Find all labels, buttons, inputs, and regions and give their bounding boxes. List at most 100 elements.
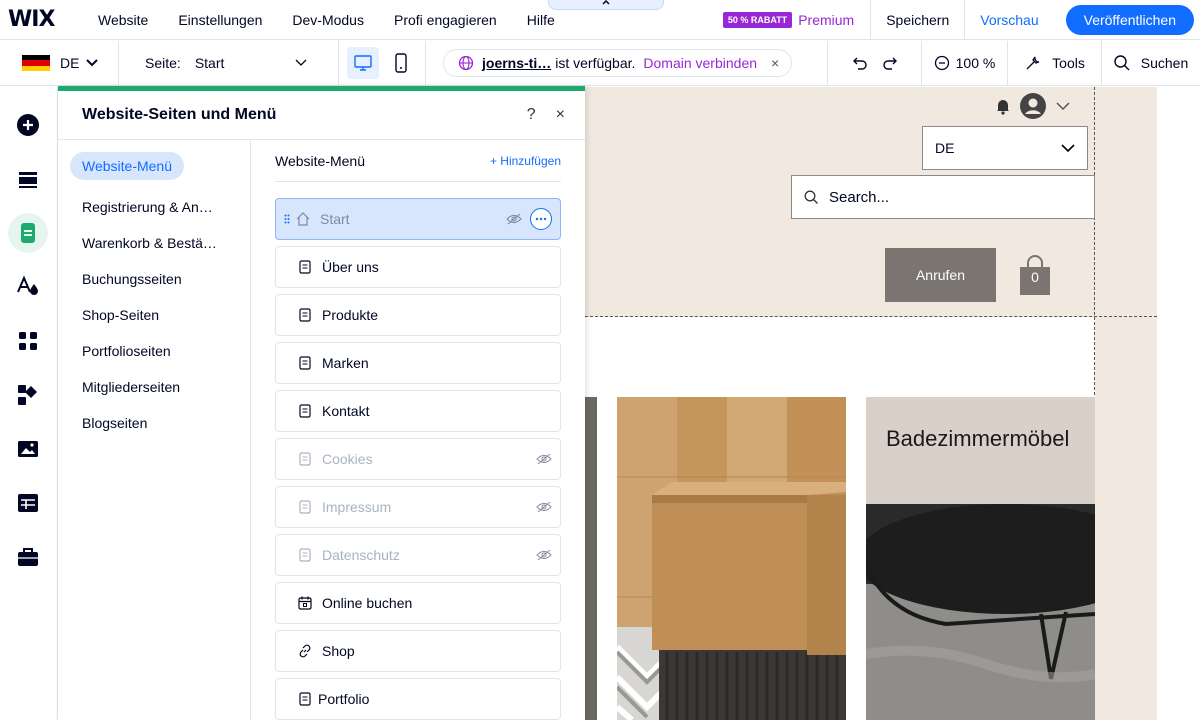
page-item-cookies[interactable]: Cookies <box>275 438 561 480</box>
page-item-portfolio[interactable]: Portfolio <box>275 678 561 720</box>
nav-item-site-menu[interactable]: Website-Menü <box>70 152 185 180</box>
domain-name-link[interactable]: joerns-ti… <box>482 55 551 71</box>
page-icon <box>296 546 314 564</box>
close-icon[interactable]: × <box>771 55 779 71</box>
wood-furniture-image <box>617 397 846 720</box>
drag-handle-icon[interactable] <box>284 214 290 224</box>
gallery-image-partial <box>585 397 597 720</box>
page-item-brands[interactable]: Marken <box>275 342 561 384</box>
page-item-label: Impressum <box>322 499 392 515</box>
nav-item-signup-login[interactable]: Registrierung & An… <box>70 193 230 221</box>
preview-button[interactable]: Vorschau <box>965 12 1053 28</box>
portfolio-button[interactable] <box>8 537 48 577</box>
page-icon <box>296 690 314 708</box>
nav-item-booking-pages[interactable]: Buchungsseiten <box>70 265 230 293</box>
zoom-level: 100 % <box>955 55 996 71</box>
tools-icon <box>1026 56 1040 70</box>
call-button[interactable]: Anrufen <box>885 248 996 302</box>
page-item-label: Über uns <box>322 259 379 275</box>
page-item-contact[interactable]: Kontakt <box>275 390 561 432</box>
menu-dev-mode[interactable]: Dev-Modus <box>277 12 379 28</box>
more-actions-button[interactable] <box>530 208 552 230</box>
nav-item-shop-pages[interactable]: Shop-Seiten <box>70 301 230 329</box>
page-icon <box>296 450 314 468</box>
menu-hire-pro[interactable]: Profi engagieren <box>379 12 512 28</box>
cms-button[interactable] <box>8 483 48 523</box>
premium-link[interactable]: Premium <box>798 12 854 28</box>
page-item-start[interactable]: Start <box>275 198 561 240</box>
redo-icon[interactable] <box>882 55 900 71</box>
apps-icon <box>19 332 37 350</box>
apps-button[interactable] <box>8 321 48 361</box>
page-item-imprint[interactable]: Impressum <box>275 486 561 528</box>
chevron-down-icon <box>1061 143 1075 152</box>
pages-list-header: Website-Menü + Hinzufügen <box>275 140 561 182</box>
wix-logo[interactable]: WIX <box>8 7 78 32</box>
domain-pill: joerns-ti… ist verfügbar. Domain verbind… <box>443 49 793 77</box>
page-item-privacy[interactable]: Datenschutz <box>275 534 561 576</box>
page-item-label: Cookies <box>322 451 373 467</box>
top-bar: WIX Website Einstellungen Dev-Modus Prof… <box>0 0 1200 40</box>
page-item-shop[interactable]: Shop <box>275 630 561 672</box>
german-flag-icon <box>22 55 50 71</box>
page-selector-label: Seite: <box>145 55 181 71</box>
canvas-margin <box>1157 87 1200 720</box>
nav-item-cart-checkout[interactable]: Warenkorb & Bestät… <box>70 229 230 257</box>
help-icon[interactable]: ? <box>527 106 536 124</box>
discount-badge[interactable]: 50 % RABATT <box>722 12 793 28</box>
collapse-toolbar-button[interactable] <box>548 0 664 10</box>
bathroom-furniture-card[interactable]: Badezimmermöbel <box>866 397 1095 720</box>
connect-domain-link[interactable]: Domain verbinden <box>643 55 757 71</box>
add-elements-button[interactable] <box>8 105 48 145</box>
site-pages-panel: Website-Seiten und Menü ? × Website-Menü… <box>58 86 585 720</box>
undo-icon[interactable] <box>850 55 868 71</box>
page-icon <box>296 498 314 516</box>
page-item-products[interactable]: Produkte <box>275 294 561 336</box>
page-item-actions <box>536 549 552 561</box>
page-item-about[interactable]: Über uns <box>275 246 561 288</box>
publish-button[interactable]: Veröffentlichen <box>1065 5 1194 35</box>
link-icon <box>296 642 314 660</box>
cart-count: 0 <box>1031 269 1039 285</box>
add-icon <box>17 114 39 136</box>
nav-item-portfolio-pages[interactable]: Portfolioseiten <box>70 337 230 365</box>
menu-website[interactable]: Website <box>78 12 163 28</box>
language-switcher[interactable]: DE <box>0 40 119 86</box>
editor-toolbar: DE Seite: Start joerns-ti… ist verfügbar… <box>0 40 1200 86</box>
sections-button[interactable] <box>8 159 48 199</box>
nav-item-blog-pages[interactable]: Blogseiten <box>70 409 230 437</box>
page-item-label: Datenschutz <box>322 547 400 563</box>
nav-item-member-pages[interactable]: Mitgliederseiten <box>70 373 230 401</box>
business-apps-button[interactable] <box>8 375 48 415</box>
chevron-up-icon <box>602 0 610 5</box>
site-search-box[interactable]: Search... <box>791 175 1095 219</box>
close-icon[interactable]: × <box>556 106 565 124</box>
menu-settings[interactable]: Einstellungen <box>163 12 277 28</box>
cart-button[interactable]: 0 <box>1018 255 1052 302</box>
search-icon <box>1114 55 1130 71</box>
add-page-button[interactable]: + Hinzufügen <box>490 154 561 168</box>
sections-icon <box>19 172 37 188</box>
member-login[interactable] <box>995 92 1071 120</box>
hidden-eye-icon <box>536 549 552 561</box>
zoom-control[interactable]: 100 % <box>922 40 1008 86</box>
media-button[interactable] <box>8 429 48 469</box>
page-selector[interactable]: Seite: Start <box>119 40 339 86</box>
page-icon <box>296 402 314 420</box>
pages-button[interactable] <box>8 213 48 253</box>
tools-button[interactable]: Tools <box>1008 40 1102 86</box>
save-button[interactable]: Speichern <box>871 12 964 28</box>
site-language-select[interactable]: DE <box>922 126 1088 170</box>
menu-help[interactable]: Hilfe <box>512 12 570 28</box>
mobile-view-button[interactable] <box>385 47 417 79</box>
search-button[interactable]: Suchen <box>1102 41 1199 86</box>
design-icon <box>17 276 38 295</box>
domain-available-text: ist verfügbar. <box>555 55 636 71</box>
page-item-online-booking[interactable]: Online buchen <box>275 582 561 624</box>
panel-nav: Website-Menü Registrierung & An… Warenko… <box>58 140 251 720</box>
hidden-eye-icon <box>506 213 522 225</box>
design-button[interactable] <box>8 267 48 307</box>
search-icon <box>804 190 818 204</box>
desktop-view-button[interactable] <box>347 47 379 79</box>
editor-canvas[interactable]: DE Search... Anrufen 0 Badezimmermöbel <box>585 87 1200 720</box>
